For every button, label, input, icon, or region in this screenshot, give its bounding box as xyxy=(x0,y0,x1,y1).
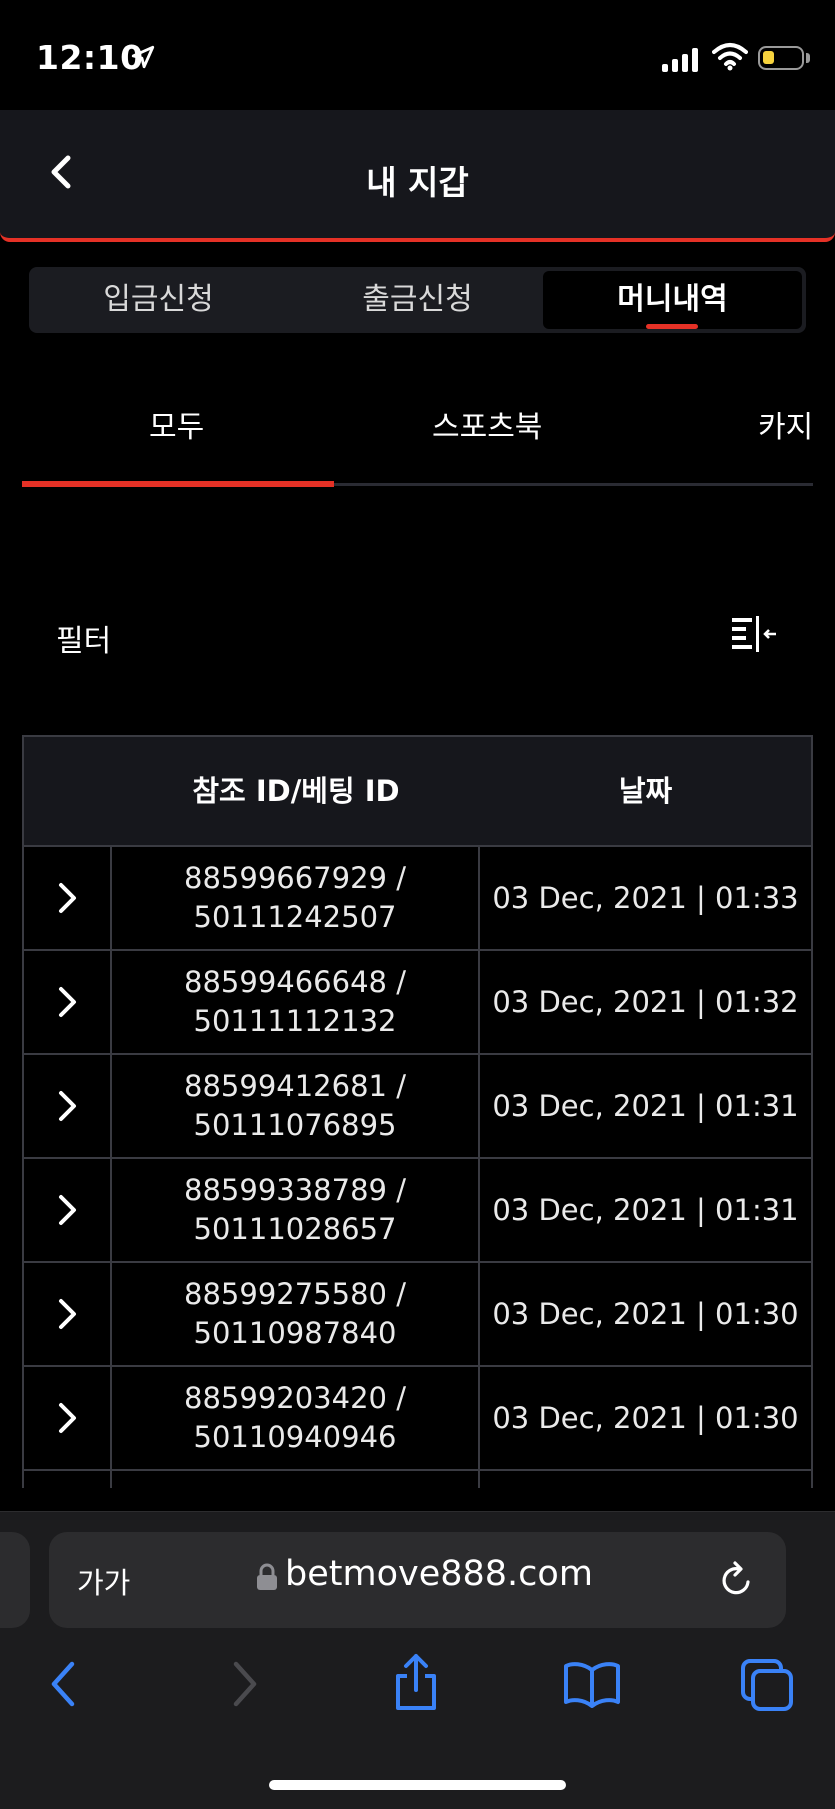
address-bar[interactable]: 가가 betmove888.com xyxy=(49,1532,786,1628)
table-row[interactable]: 88599338789 / 50111028657 03 Dec, 2021 |… xyxy=(22,1159,813,1263)
previous-tab-peek[interactable] xyxy=(0,1532,30,1628)
share-icon[interactable] xyxy=(390,1652,442,1712)
header-date: 날짜 xyxy=(618,774,673,808)
row-expand-cell[interactable] xyxy=(24,1471,112,1488)
header-reference-id: 참조 ID/베팅 ID xyxy=(192,774,400,808)
active-segment-indicator xyxy=(646,324,698,329)
tabs-icon[interactable] xyxy=(740,1658,794,1712)
bookmarks-icon[interactable] xyxy=(563,1660,621,1708)
chevron-right-icon xyxy=(59,1403,76,1433)
row-expand-cell[interactable] xyxy=(24,1367,112,1469)
browser-forward-icon[interactable] xyxy=(224,1658,264,1710)
reference-id-cell: 88599338789 / 50111028657 xyxy=(112,1159,480,1261)
status-bar: 12:10 xyxy=(0,0,835,110)
chevron-right-icon xyxy=(59,1299,76,1329)
table-row[interactable]: 88599466648 / 50111112132 03 Dec, 2021 |… xyxy=(22,951,813,1055)
bet-id: 50111112132 xyxy=(193,1004,397,1038)
header-expand-column xyxy=(24,737,112,845)
filter-label: 필터 xyxy=(56,624,112,659)
reference-id-cell: 88599667929 / 50111242507 xyxy=(112,847,480,949)
location-arrow-icon xyxy=(131,45,155,69)
date-cell: 03 Dec, 2021 | 01:31 xyxy=(492,1089,799,1123)
page-title: 내 지갑 xyxy=(366,163,469,202)
bet-id: 50111242507 xyxy=(193,900,397,934)
battery-tip xyxy=(806,53,810,63)
bet-id: 50111076895 xyxy=(193,1108,397,1142)
chevron-right-icon xyxy=(59,883,76,913)
date-cell: 03 Dec, 2021 | 01:33 xyxy=(492,881,799,915)
category-tab-all[interactable]: 모두 xyxy=(149,402,204,446)
money-history-table: 참조 ID/베팅 ID 날짜 88599667929 / 50111242507… xyxy=(22,735,813,1488)
bet-id: 50110987840 xyxy=(193,1316,397,1350)
chevron-right-icon xyxy=(59,1091,76,1121)
reload-icon[interactable] xyxy=(717,1560,755,1600)
category-tab-casino[interactable]: 카지 xyxy=(758,402,813,446)
tab-money-history[interactable]: 머니내역 xyxy=(543,271,802,329)
reference-id: 88599275580 / xyxy=(184,1277,406,1311)
status-time: 12:10 xyxy=(36,38,144,77)
row-expand-cell[interactable] xyxy=(24,951,112,1053)
browser-back-icon[interactable] xyxy=(44,1658,84,1710)
tab-withdraw-request[interactable]: 출금신청 xyxy=(288,267,547,333)
row-expand-cell[interactable] xyxy=(24,1055,112,1157)
lock-icon xyxy=(257,1563,277,1590)
table-row[interactable]: 88599412681 / 50111076895 03 Dec, 2021 |… xyxy=(22,1055,813,1159)
row-expand-cell[interactable] xyxy=(24,847,112,949)
category-active-indicator xyxy=(22,481,334,487)
cellular-signal-icon xyxy=(662,46,698,72)
table-row[interactable]: 88599667929 / 50111242507 03 Dec, 2021 |… xyxy=(22,847,813,951)
table-header: 참조 ID/베팅 ID 날짜 xyxy=(22,735,813,847)
reference-id-cell: 88599203420 / 50110940946 xyxy=(112,1367,480,1469)
chevron-right-icon xyxy=(59,987,76,1017)
text-size-button[interactable]: 가가 xyxy=(77,1560,130,1602)
home-indicator[interactable] xyxy=(269,1780,566,1790)
table-row[interactable]: 88599203420 / 50110940946 03 Dec, 2021 |… xyxy=(22,1367,813,1471)
bet-id: 50110940946 xyxy=(193,1420,397,1454)
filter-icon[interactable] xyxy=(732,614,778,654)
wallet-segment-control: 입금신청 출금신청 머니내역 xyxy=(29,267,806,333)
battery-icon xyxy=(758,46,804,70)
url-text[interactable]: betmove888.com xyxy=(285,1554,593,1594)
reference-id-cell: 88599466648 / 50111112132 xyxy=(112,951,480,1053)
table-row-partial[interactable] xyxy=(22,1471,813,1488)
reference-id: 88599338789 / xyxy=(184,1173,406,1207)
reference-id-cell: 88599412681 / 50111076895 xyxy=(112,1055,480,1157)
bet-id: 50111028657 xyxy=(193,1212,397,1246)
category-tab-sportsbook[interactable]: 스포츠북 xyxy=(432,402,542,446)
date-cell: 03 Dec, 2021 | 01:30 xyxy=(492,1297,799,1331)
app-header: 내 지갑 xyxy=(0,110,835,242)
date-cell: 03 Dec, 2021 | 01:31 xyxy=(492,1193,799,1227)
row-expand-cell[interactable] xyxy=(24,1263,112,1365)
reference-id: 88599412681 / xyxy=(184,1069,406,1103)
browser-toolbar: 가가 betmove888.com xyxy=(0,1511,835,1809)
tab-deposit-request[interactable]: 입금신청 xyxy=(29,267,288,333)
reference-id: 88599667929 / xyxy=(184,861,406,895)
date-cell: 03 Dec, 2021 | 01:30 xyxy=(492,1401,799,1435)
date-cell: 03 Dec, 2021 | 01:32 xyxy=(492,985,799,1019)
reference-id-cell: 88599275580 / 50110987840 xyxy=(112,1263,480,1365)
reference-id: 88599466648 / xyxy=(184,965,406,999)
chevron-right-icon xyxy=(59,1195,76,1225)
wifi-icon xyxy=(712,43,748,71)
reference-id-cell xyxy=(112,1471,480,1488)
row-expand-cell[interactable] xyxy=(24,1159,112,1261)
table-row[interactable]: 88599275580 / 50110987840 03 Dec, 2021 |… xyxy=(22,1263,813,1367)
reference-id: 88599203420 / xyxy=(184,1381,406,1415)
